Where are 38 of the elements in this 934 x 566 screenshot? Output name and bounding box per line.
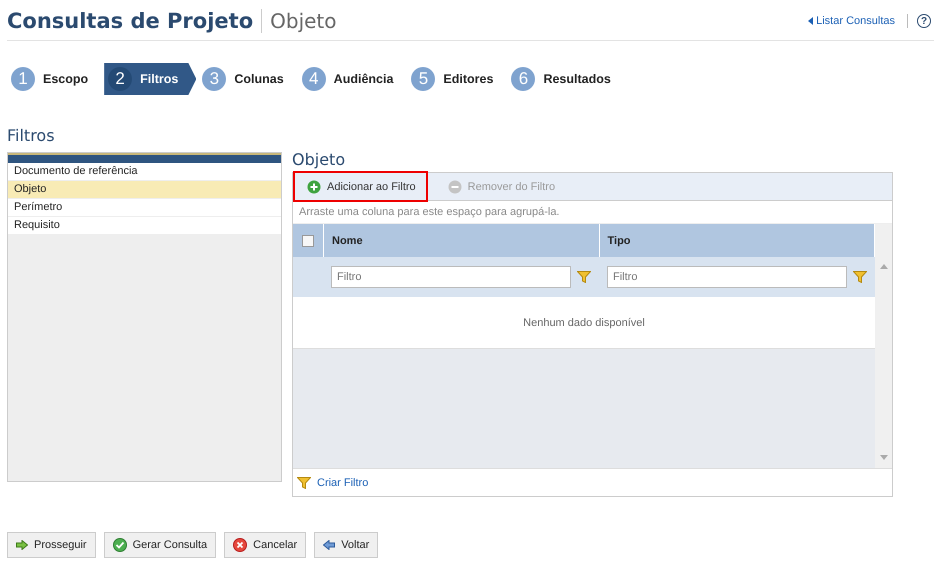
panel-title: Objeto <box>292 150 346 171</box>
list-queries-link[interactable]: Listar Consultas <box>808 15 895 27</box>
continue-button[interactable]: Prosseguir <box>7 532 96 558</box>
left-arrow-icon <box>323 540 336 550</box>
filter-list-item[interactable]: Requisito <box>8 217 281 235</box>
add-to-filter-button[interactable]: Adicionar ao Filtro <box>293 171 428 202</box>
page-subtitle: Objeto <box>269 9 337 33</box>
right-arrow-icon <box>16 540 28 550</box>
wizard-step[interactable]: 1 Escopo <box>7 63 100 95</box>
caret-icon <box>808 17 814 25</box>
wizard-step[interactable]: 5 Editores <box>407 63 506 95</box>
generate-query-button[interactable]: Gerar Consulta <box>104 532 216 558</box>
scrollbar[interactable] <box>875 224 892 468</box>
wizard-step[interactable]: 6 Resultados <box>507 63 623 95</box>
filter-list-item[interactable]: Perímetro <box>8 199 281 217</box>
filter-list-item[interactable]: Documento de referência <box>8 163 281 181</box>
filter-input[interactable]: Filtro <box>607 266 847 288</box>
page-title: Consultas de Projeto <box>7 9 262 33</box>
help-icon[interactable]: ? <box>917 14 931 28</box>
cancel-button[interactable]: Cancelar <box>224 532 306 558</box>
back-button[interactable]: Voltar <box>314 532 378 558</box>
wizard-step[interactable]: 4 Audiência <box>298 63 406 95</box>
create-filter-link[interactable]: Criar Filtro <box>317 476 368 488</box>
filter-list-item[interactable]: Objeto <box>8 181 281 199</box>
plus-icon <box>307 180 321 194</box>
section-title: Filtros <box>7 126 56 147</box>
close-icon <box>233 538 248 552</box>
filter-input[interactable]: Filtro <box>331 266 571 288</box>
select-all-checkbox[interactable] <box>302 234 314 246</box>
funnel-icon <box>297 476 311 488</box>
minus-icon <box>448 180 462 194</box>
funnel-icon[interactable] <box>853 271 867 283</box>
wizard-step[interactable]: 2 Filtros <box>104 63 196 95</box>
funnel-icon[interactable] <box>577 271 591 283</box>
scroll-down-icon[interactable] <box>880 455 888 460</box>
check-icon <box>112 538 127 552</box>
scroll-up-icon[interactable] <box>880 264 888 269</box>
wizard-step[interactable]: 3 Colunas <box>198 63 296 95</box>
